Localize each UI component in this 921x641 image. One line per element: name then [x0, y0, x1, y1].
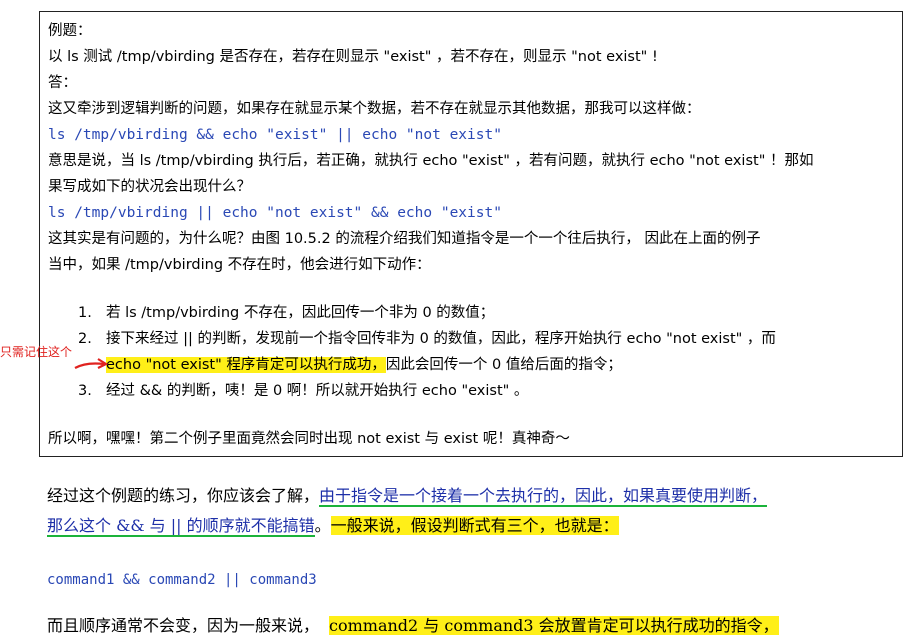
code-example-1: ls /tmp/vbirding && echo "exist" || echo…: [48, 127, 502, 143]
list-item: 若 ls /tmp/vbirding 不存在，因此回传一个非为 0 的数值；: [106, 305, 495, 321]
paragraph-line-2: 那么这个 && 与 || 的顺序就不能搞错。一般来说，假设判断式有三个，也就是：: [47, 514, 619, 538]
margin-note: 只需记住这个: [0, 345, 73, 359]
underlined-blue-text: 那么这个 && 与 || 的顺序就不能搞错: [47, 516, 315, 537]
code-example-3: command1 && command2 || command3: [47, 572, 317, 588]
answer-line-2a: 意思是说，当 ls /tmp/vbirding 执行后，若正确，就执行 echo…: [48, 153, 814, 169]
paragraph-text: 而且顺序通常不会变，因为一般来说，: [47, 616, 320, 635]
list-item: 接下来经过 || 的判断，发现前一个指令回传非为 0 的数值，因此，程序开始执行…: [106, 331, 776, 347]
list-item-number: 3.: [78, 383, 92, 399]
answer-line-1: 这又牵涉到逻辑判断的问题，如果存在就显示某个数据，若不存在就显示其他数据，那我可…: [48, 101, 701, 117]
code-example-2: ls /tmp/vbirding || echo "not exist" && …: [48, 205, 502, 221]
highlighted-text: command2 与 command3 会放置肯定可以执行成功的指令，: [329, 616, 779, 635]
list-item-continuation: echo "not exist" 程序肯定可以执行成功，因此会回传一个 0 值给…: [106, 355, 622, 375]
underlined-blue-text: 由于指令是一个接着一个去执行的，因此，如果真要使用判断，: [319, 486, 768, 507]
list-item-number: 2.: [78, 331, 92, 347]
paragraph-line-1: 经过这个例题的练习，你应该会了解，由于指令是一个接着一个去执行的，因此，如果真要…: [47, 484, 768, 508]
paragraph-text: 。: [314, 516, 331, 535]
example-conclusion: 所以啊，嘿嘿！第二个例子里面竟然会同时出现 not exist 与 exist …: [48, 431, 570, 447]
answer-label: 答：: [48, 75, 77, 91]
paragraph-text: 经过这个例题的练习，你应该会了解，: [47, 486, 320, 505]
example-question: 以 ls 测试 /tmp/vbirding 是否存在，若存在则显示 "exist…: [48, 49, 658, 65]
list-item-number: 1.: [78, 305, 92, 321]
answer-line-3a: 这其实是有问题的，为什么呢？由图 10.5.2 的流程介绍我们知道指令是一个一个…: [48, 231, 761, 247]
red-arrow-icon: [74, 358, 108, 369]
highlighted-text: echo "not exist" 程序肯定可以执行成功，: [106, 357, 386, 373]
paragraph-line-3: 而且顺序通常不会变，因为一般来说， command2 与 command3 会放置…: [47, 614, 779, 638]
answer-line-2b: 果写成如下的状况会出现什么？: [48, 179, 251, 195]
example-title: 例题：: [48, 23, 92, 39]
answer-line-3b: 当中，如果 /tmp/vbirding 不存在时，他会进行如下动作：: [48, 257, 431, 273]
highlighted-text: 一般来说，假设判断式有三个，也就是：: [330, 516, 619, 535]
continuation-text: 因此会回传一个 0 值给后面的指令；: [385, 357, 622, 373]
list-item: 经过 && 的判断，咦！是 0 啊！所以就开始执行 echo "exist" 。: [106, 383, 529, 399]
